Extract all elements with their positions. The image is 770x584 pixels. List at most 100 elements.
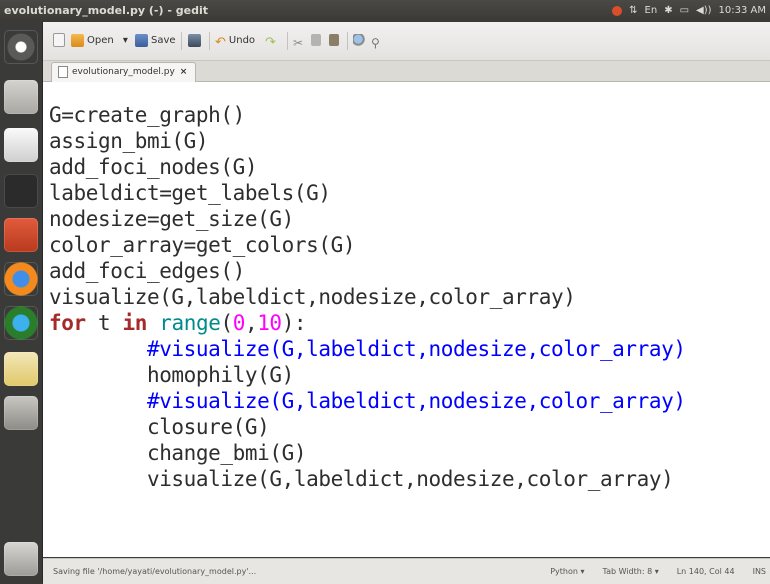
- clock[interactable]: 10:33 AM: [719, 0, 766, 22]
- save-icon: [135, 33, 148, 47]
- toolbar-separator: [347, 32, 348, 50]
- code-token: homophily(G): [49, 363, 294, 387]
- print-button[interactable]: [188, 32, 204, 50]
- code-token: #visualize(G,labeldict,nodesize,color_ar…: [49, 337, 686, 361]
- new-button[interactable]: [53, 32, 68, 50]
- system-monitor-icon[interactable]: [4, 352, 38, 386]
- usb-drive-icon[interactable]: [4, 396, 38, 430]
- top-panel: evolutionary_model.py (-) - gedit ⇅ En ✱…: [0, 0, 770, 22]
- code-token: range: [159, 311, 221, 335]
- bluetooth-icon[interactable]: ✱: [664, 0, 672, 22]
- code-token: add_foci_edges(): [49, 259, 245, 283]
- code-token: visualize(G,labeldict,nodesize,color_arr…: [49, 467, 674, 491]
- code-line: homophily(G): [49, 362, 294, 388]
- files-icon[interactable]: [4, 80, 38, 114]
- print-icon: [188, 33, 201, 47]
- code-line: labeldict=get_labels(G): [49, 180, 331, 206]
- document-icon: [58, 65, 68, 78]
- firefox-icon[interactable]: [4, 262, 38, 296]
- new-document-icon: [53, 33, 65, 47]
- toolbar-separator: [209, 32, 210, 50]
- status-message: Saving file '/home/yayati/evolutionary_m…: [53, 567, 257, 576]
- code-token: visualize(G,labeldict,nodesize,color_arr…: [49, 285, 576, 309]
- code-line: #visualize(G,labeldict,nodesize,color_ar…: [49, 388, 686, 414]
- open-label: Open: [87, 35, 114, 46]
- code-line: closure(G): [49, 414, 270, 440]
- code-line: color_array=get_colors(G): [49, 232, 355, 258]
- code-token: t: [85, 311, 123, 335]
- code-line: assign_bmi(G): [49, 128, 209, 154]
- code-line: add_foci_edges(): [49, 258, 245, 284]
- code-token: nodesize=get_size(G): [49, 207, 294, 231]
- code-token: #visualize(G,labeldict,nodesize,color_ar…: [49, 389, 686, 413]
- launcher: [0, 22, 43, 583]
- code-line: add_foci_nodes(G): [49, 154, 258, 180]
- settings-icon[interactable]: [4, 218, 38, 252]
- document-tabs: evolutionary_model.py ×: [43, 61, 770, 82]
- tab-label: evolutionary_model.py: [72, 67, 175, 77]
- browser-icon[interactable]: [4, 306, 38, 340]
- code-token: in: [122, 311, 147, 335]
- toolbar: Open ▾ Save ↶ Undo ↷ ✂ ⚲: [43, 22, 770, 61]
- volume-icon[interactable]: ◀)): [696, 0, 712, 22]
- battery-icon[interactable]: ▭: [680, 0, 689, 22]
- trash-icon[interactable]: [4, 542, 38, 576]
- code-token: add_foci_nodes(G): [49, 155, 258, 179]
- undo-label: Undo: [228, 35, 256, 46]
- language-selector[interactable]: Python ▾: [550, 559, 584, 584]
- search-icon: [353, 33, 366, 47]
- code-token: G=create_graph(): [49, 103, 245, 127]
- toolbar-separator: [181, 32, 182, 50]
- code-line: visualize(G,labeldict,nodesize,color_arr…: [49, 284, 576, 310]
- code-line: G=create_graph(): [49, 102, 245, 128]
- close-tab-icon[interactable]: ×: [180, 67, 188, 77]
- copy-button[interactable]: [311, 32, 324, 50]
- redo-button[interactable]: ↷: [265, 32, 279, 50]
- system-tray: ⇅ En ✱ ▭ ◀)) 10:33 AM: [612, 0, 766, 22]
- status-bar: Saving file '/home/yayati/evolutionary_m…: [43, 558, 770, 584]
- code-line: visualize(G,labeldict,nodesize,color_arr…: [49, 466, 674, 492]
- cut-icon: ✂: [293, 35, 304, 50]
- replace-button[interactable]: ⚲: [371, 32, 383, 50]
- code-token: 0: [232, 311, 246, 335]
- ubuntu-dash-icon[interactable]: [4, 30, 38, 64]
- open-folder-icon: [71, 33, 84, 47]
- update-icon[interactable]: [612, 6, 623, 16]
- code-token: change_bmi(G): [49, 441, 307, 465]
- insert-mode: INS: [752, 567, 766, 576]
- code-token: 10: [257, 311, 282, 335]
- code-line: nodesize=get_size(G): [49, 206, 294, 232]
- code-line: for t in range(0,10):: [49, 310, 307, 336]
- code-editor[interactable]: G=create_graph() assign_bmi(G) add_foci_no…: [43, 82, 770, 557]
- toolbar-separator: [287, 32, 288, 50]
- save-button[interactable]: Save: [135, 32, 176, 50]
- paste-icon: [329, 34, 339, 46]
- tab-width-selector[interactable]: Tab Width: 8 ▾: [603, 559, 659, 584]
- paste-button[interactable]: [329, 32, 342, 50]
- undo-button[interactable]: ↶ Undo: [215, 32, 255, 50]
- open-button[interactable]: Open ▾: [71, 32, 128, 50]
- text-editor-icon[interactable]: [4, 128, 38, 162]
- terminal-icon[interactable]: [4, 174, 38, 208]
- code-token: (: [220, 311, 233, 335]
- undo-icon: ↶: [215, 34, 226, 50]
- code-token: closure(G): [49, 415, 270, 439]
- save-label: Save: [151, 35, 176, 46]
- cursor-position: Ln 140, Col 44: [676, 567, 735, 576]
- code-token: for: [49, 311, 86, 335]
- network-icon[interactable]: ⇅: [629, 0, 637, 22]
- code-line: change_bmi(G): [49, 440, 307, 466]
- tab-evolutionary-model[interactable]: evolutionary_model.py ×: [51, 62, 197, 82]
- code-token: ):: [281, 311, 307, 335]
- copy-icon: [311, 34, 321, 46]
- code-token: assign_bmi(G): [49, 129, 209, 153]
- open-dropdown-icon[interactable]: ▾: [123, 35, 128, 46]
- keyboard-layout-icon[interactable]: En: [645, 0, 658, 22]
- code-token: ,: [244, 311, 258, 335]
- code-token: color_array=get_colors(G): [49, 233, 356, 257]
- cut-button[interactable]: ✂: [293, 32, 306, 50]
- find-button[interactable]: [353, 32, 369, 50]
- code-token: labeldict=get_labels(G): [49, 181, 331, 205]
- find-replace-icon: ⚲: [371, 35, 380, 50]
